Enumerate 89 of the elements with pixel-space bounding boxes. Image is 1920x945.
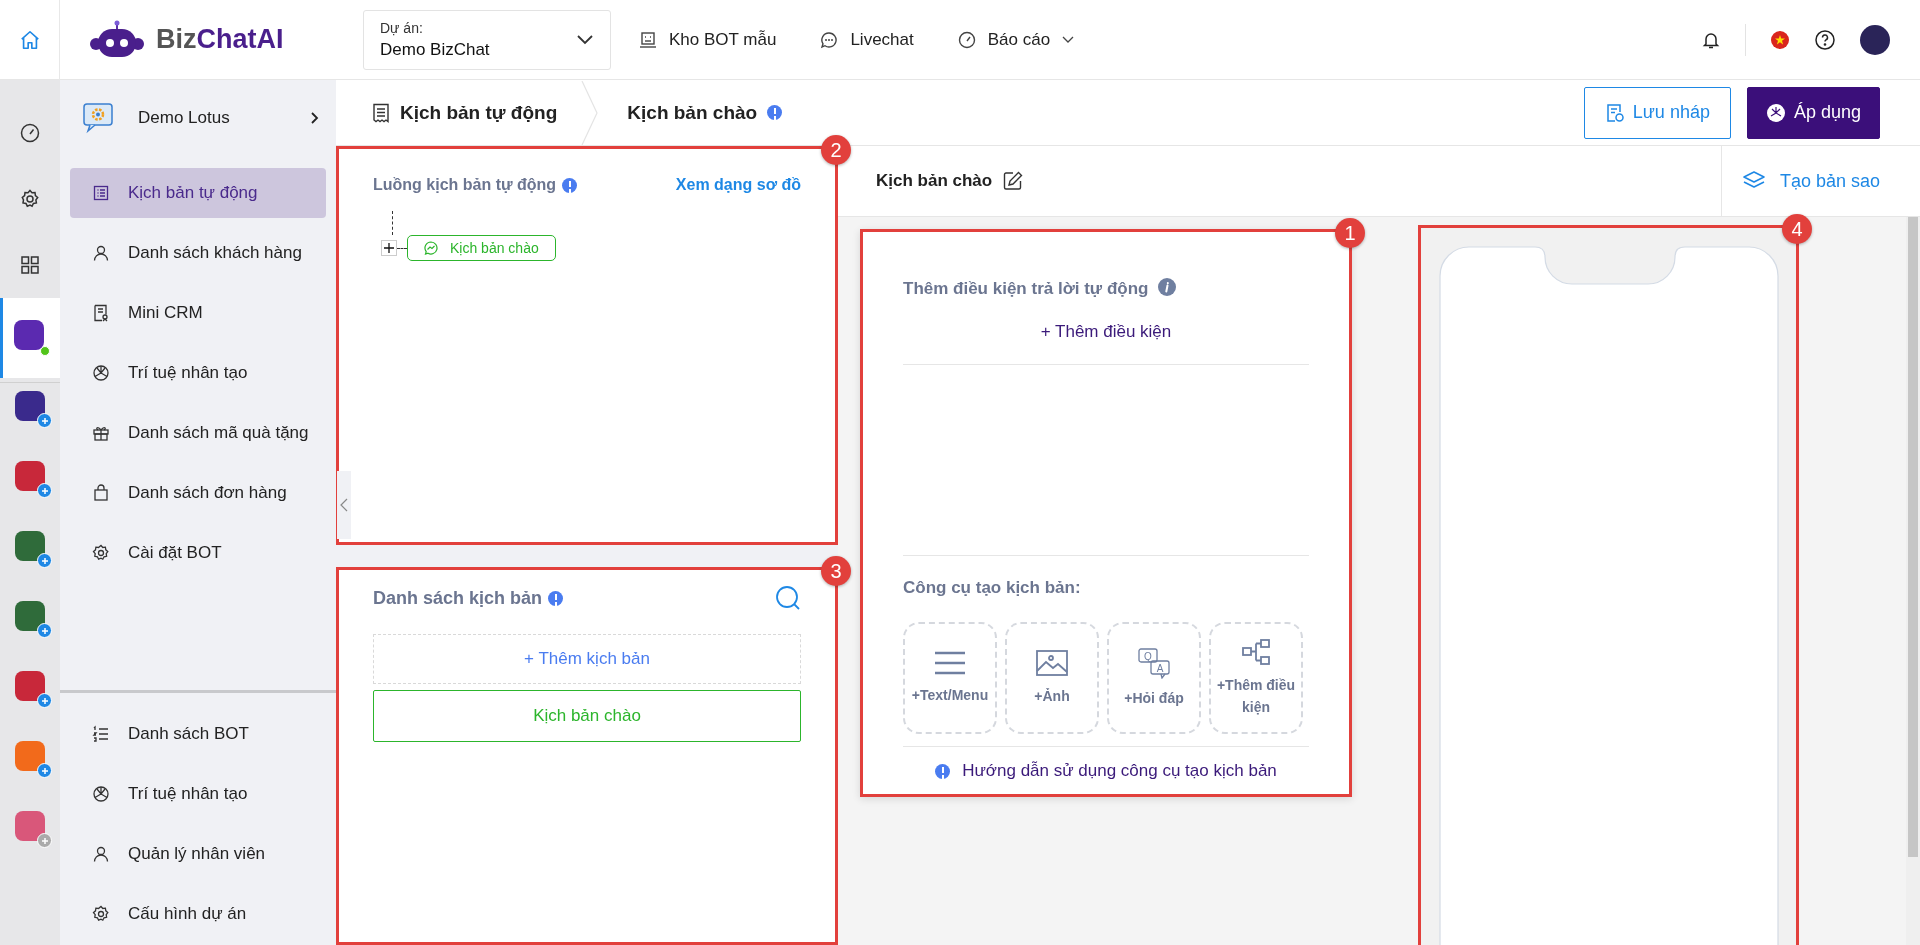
- app-icon[interactable]: [15, 531, 45, 561]
- tool-button[interactable]: +Ảnh: [1005, 622, 1099, 734]
- expand-icon[interactable]: [381, 240, 397, 256]
- user-icon: [92, 244, 110, 262]
- gift-icon: [92, 424, 110, 442]
- messenger-icon: [424, 241, 438, 255]
- avatar[interactable]: [1860, 24, 1890, 55]
- info-icon: [935, 763, 951, 779]
- add-badge-icon[interactable]: [37, 553, 52, 568]
- add-badge-icon[interactable]: [37, 413, 52, 428]
- add-condition-link[interactable]: + Thêm điều kiện: [903, 322, 1309, 365]
- panel-title: Luồng kịch bản tự động: [373, 176, 557, 194]
- chat-bubble-icon: [820, 30, 839, 49]
- chat-gear-icon: [82, 101, 116, 135]
- panel-title: Danh sách kịch bản: [373, 587, 543, 609]
- home-icon: [18, 28, 41, 51]
- sidebar-item[interactable]: Danh sách khách hàng: [70, 228, 326, 278]
- breadcrumb-current: Kịch bản chào: [627, 101, 758, 124]
- section-title: Thêm điều kiện trả lời tự động: [903, 279, 1149, 299]
- sidebar-item[interactable]: Cài đặt BOT: [70, 528, 326, 578]
- robot-app-icon: [13, 320, 50, 356]
- annotation-badge: 4: [1782, 214, 1812, 244]
- lines-icon: [933, 649, 967, 676]
- bag-icon: [92, 484, 110, 502]
- annotation-badge: 1: [1335, 218, 1365, 248]
- nav-link[interactable]: Báo cáo: [957, 29, 1075, 50]
- app-icon[interactable]: [15, 671, 45, 701]
- tool-button[interactable]: +Text/Menu: [903, 622, 997, 734]
- sidebar-item[interactable]: Danh sách đơn hàng: [70, 468, 326, 518]
- section-title: Công cụ tạo kịch bản:: [903, 578, 1082, 598]
- sidebar-item[interactable]: Trí tuệ nhân tạo: [70, 348, 326, 398]
- sidebar-item[interactable]: Cấu hình dự án: [70, 889, 326, 939]
- chevron-down-icon: [576, 33, 594, 46]
- q-glyph: Q: [1144, 650, 1152, 662]
- save-draft-button[interactable]: Lưu nháp: [1583, 86, 1731, 139]
- image-icon: [1035, 648, 1069, 677]
- app-icon[interactable]: [15, 391, 45, 421]
- edit-icon[interactable]: [1002, 170, 1025, 192]
- bot-selector[interactable]: Demo Lotus: [60, 80, 336, 142]
- apply-button[interactable]: Áp dụng: [1746, 86, 1880, 139]
- search-icon[interactable]: [775, 585, 801, 611]
- info-icon: [767, 105, 783, 120]
- breadcrumb-link[interactable]: Kịch bản tự động: [400, 101, 558, 124]
- app-icon[interactable]: [15, 461, 45, 491]
- grid-icon: [20, 255, 40, 275]
- project-select[interactable]: Dự án: Demo BizChat: [363, 9, 611, 70]
- scrollbar[interactable]: [1906, 217, 1920, 945]
- add-badge-icon[interactable]: [37, 483, 52, 498]
- help-link[interactable]: Hướng dẫn sử dụng công cụ tạo kịch bản: [962, 761, 1277, 781]
- nav-link[interactable]: Livechat: [820, 29, 914, 50]
- sidebar-item[interactable]: Danh sách mã quà tặng: [70, 408, 326, 458]
- annotation-badge: 3: [821, 556, 851, 586]
- add-badge-icon[interactable]: [37, 623, 52, 638]
- diagram-view-link[interactable]: Xem dạng sơ đồ: [675, 176, 801, 194]
- gear-icon: [92, 905, 110, 923]
- numlist-icon: [92, 725, 110, 743]
- doc-icon: [92, 304, 110, 322]
- user-icon: [92, 845, 110, 863]
- robot-icon: [639, 30, 657, 49]
- app-icon[interactable]: [15, 601, 45, 631]
- gear-icon: [92, 544, 110, 562]
- flowchart-icon: [1241, 637, 1271, 666]
- chevron-down-icon: [1062, 35, 1075, 44]
- gauge-icon: [957, 30, 976, 49]
- sidebar-item[interactable]: Danh sách BOT: [70, 709, 326, 759]
- add-script-button[interactable]: + Thêm kịch bản: [373, 634, 801, 684]
- collapse-handle[interactable]: [337, 471, 351, 539]
- chevron-right-icon: [310, 111, 320, 125]
- sidebar-item[interactable]: Quản lý nhân viên: [70, 829, 326, 879]
- tool-button[interactable]: Q A +Hỏi đáp: [1107, 622, 1201, 734]
- nav-link[interactable]: Kho BOT mẫu: [639, 29, 777, 50]
- robot-logo-icon: [88, 19, 146, 60]
- brand-name: BizChatAI: [156, 24, 284, 55]
- list-icon: [92, 184, 110, 202]
- document-icon: [372, 102, 390, 123]
- add-badge-icon[interactable]: [37, 693, 52, 708]
- a-glyph: A: [1156, 662, 1164, 674]
- tool-button[interactable]: +Thêm điều kiện: [1209, 622, 1303, 734]
- flag-icon[interactable]: [1770, 29, 1790, 50]
- gauge-icon: [20, 123, 40, 143]
- sidebar-item[interactable]: Trí tuệ nhân tạo: [70, 769, 326, 819]
- sidebar-item[interactable]: Kịch bản tự động: [70, 168, 326, 218]
- document-icon: [1604, 102, 1625, 123]
- script-title: Kịch bản chào: [876, 171, 993, 191]
- help-icon[interactable]: [1814, 28, 1836, 51]
- info-icon: [562, 177, 578, 193]
- gear-icon: [20, 189, 40, 209]
- sidebar-item[interactable]: Mini CRM: [70, 288, 326, 338]
- info-icon: [548, 590, 564, 606]
